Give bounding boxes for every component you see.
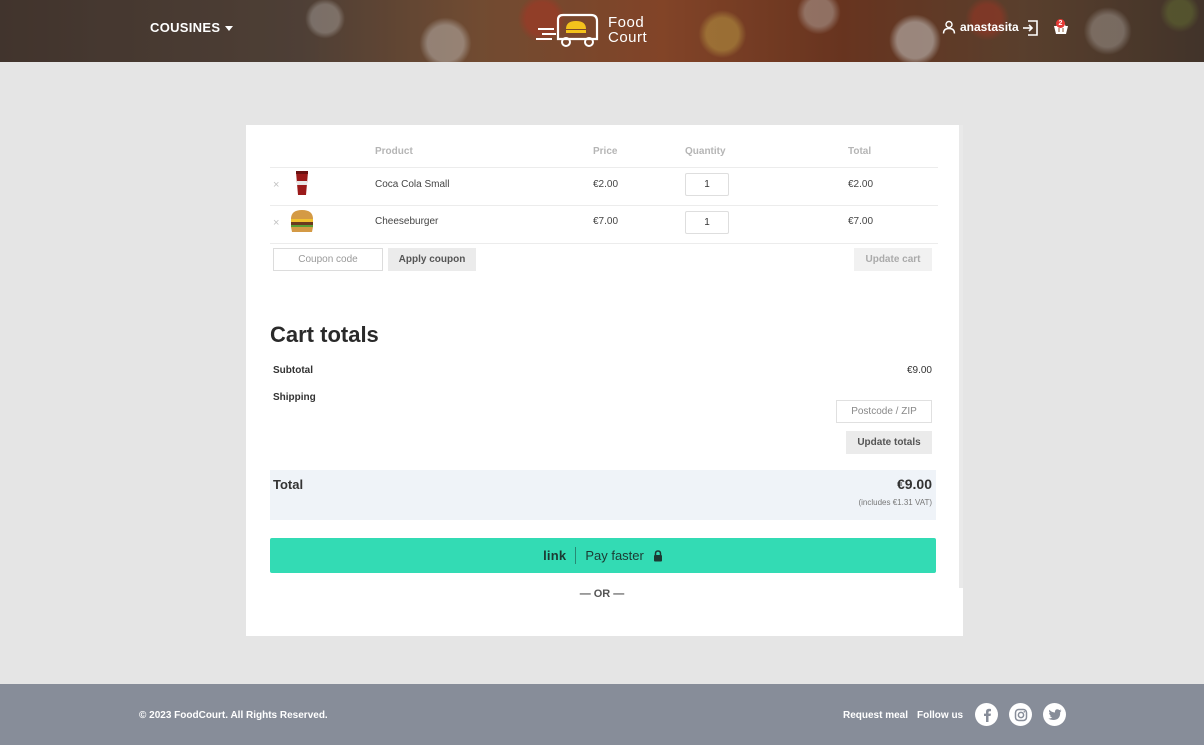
logo-word-food: Food	[608, 14, 645, 31]
link-brand-word: link	[543, 548, 567, 563]
link-pay-faster-button[interactable]: link Pay faster	[270, 538, 936, 573]
logout-icon[interactable]	[1022, 19, 1040, 37]
subtotal-value: €9.00	[906, 365, 932, 376]
logo-word-court: Court	[608, 29, 648, 46]
pay-faster-label: Pay faster	[585, 548, 644, 563]
coca-cola-thumbnail	[296, 170, 308, 195]
username: anastasita	[960, 20, 1019, 34]
update-totals-button[interactable]: Update totals	[846, 431, 932, 454]
product-name[interactable]: Cheeseburger	[375, 216, 438, 227]
product-price: €7.00	[593, 216, 619, 227]
facebook-icon[interactable]	[975, 703, 998, 726]
chevron-down-icon	[225, 26, 234, 31]
update-cart-button[interactable]: Update cart	[854, 248, 932, 271]
user-icon	[942, 20, 956, 34]
column-header-total: Total	[848, 146, 872, 157]
product-name[interactable]: Coca Cola Small	[375, 179, 449, 190]
product-price: €2.00	[593, 179, 619, 190]
coupon-code-input[interactable]: Coupon code	[273, 248, 383, 271]
twitter-icon[interactable]	[1043, 703, 1066, 726]
postcode-input[interactable]: Postcode / ZIP	[836, 400, 932, 423]
column-header-product: Product	[375, 146, 413, 157]
lock-icon	[653, 549, 662, 561]
food-truck-logo-icon	[536, 13, 599, 47]
shipping-label: Shipping	[273, 392, 316, 403]
line-total: €2.00	[848, 179, 874, 190]
order-total-box	[270, 470, 936, 520]
column-header-quantity: Quantity	[685, 146, 726, 157]
column-header-price: Price	[593, 146, 618, 157]
cart-count-badge: 2	[1056, 19, 1065, 28]
remove-item-button[interactable]: ×	[273, 179, 279, 191]
subtotal-label: Subtotal	[273, 365, 313, 376]
quantity-input[interactable]: 1	[685, 211, 729, 234]
apply-coupon-button[interactable]: Apply coupon	[388, 248, 476, 271]
vat-note: (includes €1.31 VAT)	[858, 498, 932, 507]
user-account-link[interactable]: anastasita	[942, 20, 1019, 34]
quantity-input[interactable]: 1	[685, 173, 729, 196]
line-total: €7.00	[848, 216, 874, 227]
follow-us-label: Follow us	[917, 710, 964, 721]
total-amount: €9.00	[896, 476, 932, 492]
cousines-menu[interactable]: COUSINES	[150, 20, 234, 35]
copyright-text: © 2023 FoodCourt. All Rights Reserved.	[139, 710, 328, 721]
or-divider: — OR —	[579, 588, 625, 600]
foodcourt-logo[interactable]: Food Court	[536, 12, 647, 48]
instagram-icon[interactable]	[1009, 703, 1032, 726]
cheeseburger-thumbnail	[291, 210, 313, 232]
total-label: Total	[273, 477, 304, 492]
remove-item-button[interactable]: ×	[273, 217, 279, 229]
cart-totals-heading: Cart totals	[270, 322, 379, 347]
request-meal-link[interactable]: Request meal	[843, 710, 908, 721]
cousines-menu-label: COUSINES	[150, 20, 221, 35]
